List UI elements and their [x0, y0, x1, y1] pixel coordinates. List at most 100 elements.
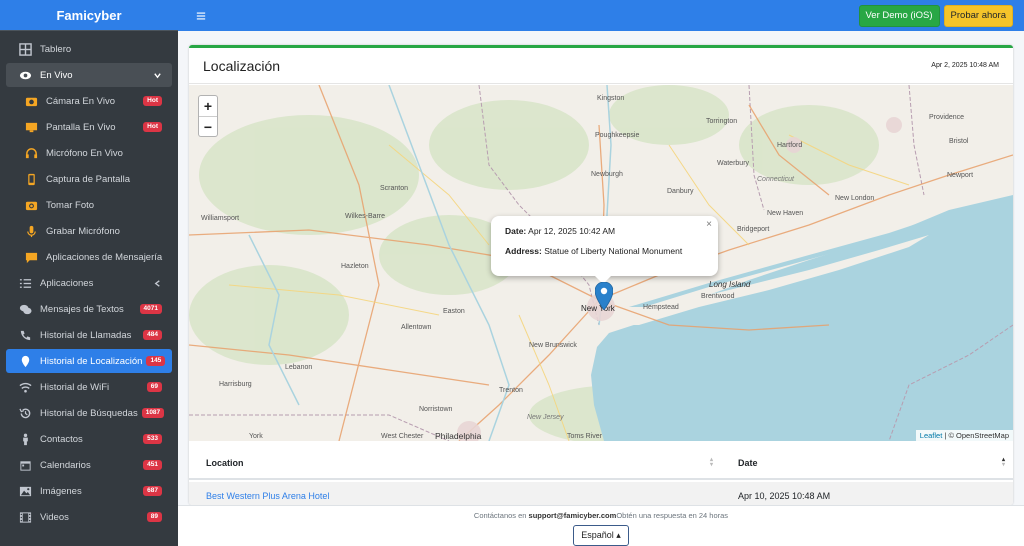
sidebar-item-label: Aplicaciones — [40, 277, 94, 289]
sidebar-item-historial-de-llamadas[interactable]: Historial de Llamadas 484 — [6, 323, 172, 347]
place-label: Torrington — [706, 118, 737, 125]
sidebar-item-historial-de-busquedas[interactable]: Historial de Búsquedas 1087 — [6, 401, 172, 425]
column-label: Location — [206, 458, 244, 468]
place-label: Williamsport — [201, 215, 239, 222]
sort-asc-icon: ▴ ▾ — [1001, 457, 1005, 468]
place-label: Newburgh — [591, 171, 623, 178]
sidebar-item-imagenes[interactable]: Imágenes 687 — [6, 479, 172, 503]
count-badge: 1087 — [141, 407, 165, 419]
map-marker-icon[interactable] — [595, 282, 613, 310]
count-badge: 89 — [146, 511, 162, 523]
place-label: Danbury — [667, 188, 694, 195]
brand-logo[interactable]: Famicyber — [0, 0, 178, 31]
place-label: Norristown — [419, 406, 453, 413]
location-popup: × Date: Apr 12, 2025 10:42 AM Address: S… — [491, 216, 718, 284]
sidebar-item-grabar-microfono[interactable]: Grabar Micrófono — [6, 219, 172, 243]
sidebar-item-camara-en-vivo[interactable]: Cámara En Vivo Hot — [6, 89, 172, 113]
place-label: Long Island — [709, 280, 751, 289]
camera-icon — [24, 94, 38, 108]
ios-demo-button[interactable]: Ver Demo (iOS) — [858, 4, 940, 27]
language-selector[interactable]: Español ▴ — [573, 525, 629, 546]
microphone-icon — [24, 224, 38, 238]
wifi-icon — [18, 380, 32, 394]
sidebar-item-label: Contactos — [40, 433, 83, 445]
popup-date-value: Apr 12, 2025 10:42 AM — [528, 226, 616, 236]
location-pin-icon — [18, 354, 32, 368]
place-label: Hartford — [777, 142, 802, 149]
sidebar-item-pantalla-en-vivo[interactable]: Pantalla En Vivo Hot — [6, 115, 172, 139]
dashboard-icon — [18, 42, 32, 56]
sidebar-item-videos[interactable]: Videos 89 — [6, 505, 172, 529]
table-row[interactable]: Best Western Plus Arena Hotel Apr 10, 20… — [189, 482, 1013, 505]
sidebar-item-label: Tablero — [40, 43, 72, 55]
sidebar-item-label: Historial de WiFi — [40, 381, 110, 393]
sidebar-item-aplicaciones[interactable]: Aplicaciones — [6, 271, 172, 295]
chevron-left-icon — [152, 278, 162, 288]
place-label: Bristol — [949, 138, 969, 145]
column-header-date[interactable]: Date ▴ ▾ — [721, 448, 1013, 478]
sidebar-item-historial-de-localizacion[interactable]: Historial de Localización 145 — [6, 349, 172, 373]
hot-badge: Hot — [143, 95, 162, 107]
zoom-control: + − — [198, 95, 218, 137]
list-icon — [18, 276, 32, 290]
sidebar-item-tablero[interactable]: Tablero — [6, 37, 172, 61]
card-header: Localización Apr 2, 2025 10:48 AM — [189, 48, 1013, 84]
sidebar-item-tomar-foto[interactable]: Tomar Foto — [6, 193, 172, 217]
sidebar-item-label: Imágenes — [40, 485, 82, 497]
phone-icon — [24, 172, 38, 186]
support-email-link[interactable]: support@famicyber.com — [529, 511, 617, 520]
hot-badge: Hot — [143, 121, 162, 133]
place-label: Hempstead — [643, 304, 679, 311]
place-label: New Haven — [767, 210, 803, 217]
count-badge: 451 — [143, 459, 162, 471]
sidebar-item-calendarios[interactable]: Calendarios 451 — [6, 453, 172, 477]
sort-icon: ▴ ▾ — [709, 457, 713, 468]
sidebar-item-en-vivo[interactable]: En Vivo — [6, 63, 172, 87]
place-label: West Chester — [381, 433, 424, 440]
hamburger-menu-icon[interactable] — [194, 9, 208, 23]
place-label: Kingston — [597, 95, 624, 102]
place-label: Lebanon — [285, 364, 312, 371]
count-badge: 145 — [146, 355, 166, 367]
sidebar-item-historial-de-wifi[interactable]: Historial de WiFi 69 — [6, 375, 172, 399]
place-label: Philadelphia — [435, 431, 482, 441]
map-view[interactable]: Kingston Poughkeepsie Torrington Hartfor… — [189, 85, 1013, 441]
sidebar: Famicyber Tablero En Vivo Cámara En Vivo… — [0, 0, 178, 546]
sidebar-item-label: Pantalla En Vivo — [46, 121, 116, 133]
zoom-out-button[interactable]: − — [199, 116, 217, 136]
sidebar-item-contactos[interactable]: Contactos 533 — [6, 427, 172, 451]
sidebar-item-mensajes-de-textos[interactable]: Mensajes de Textos 4071 — [6, 297, 172, 321]
sidebar-item-microfono-en-vivo[interactable]: Micrófono En Vivo — [6, 141, 172, 165]
film-icon — [18, 510, 32, 524]
location-card: Localización Apr 2, 2025 10:48 AM Kingst… — [189, 45, 1013, 505]
count-badge: 484 — [143, 329, 162, 341]
count-badge: 687 — [143, 485, 162, 497]
sidebar-nav: Tablero En Vivo Cámara En Vivo Hot Panta… — [0, 31, 178, 529]
sidebar-item-label: Grabar Micrófono — [46, 225, 120, 237]
footer-contact: Contáctanos en support@famicyber.comObté… — [178, 511, 1024, 520]
place-label: Allentown — [401, 324, 431, 331]
place-label: Wilkes-Barre — [345, 213, 385, 220]
sidebar-item-label: Tomar Foto — [46, 199, 95, 211]
sidebar-item-captura-de-pantalla[interactable]: Captura de Pantalla — [6, 167, 172, 191]
zoom-in-button[interactable]: + — [199, 96, 217, 116]
sidebar-item-aplicaciones-de-mensajeria[interactable]: Aplicaciones de Mensajería — [6, 245, 172, 269]
place-label: New Jersey — [527, 414, 564, 421]
try-now-button[interactable]: Probar ahora — [943, 4, 1013, 27]
column-header-location[interactable]: Location ▴ ▾ — [189, 448, 721, 478]
sidebar-item-label: Cámara En Vivo — [46, 95, 115, 107]
sidebar-item-label: Mensajes de Textos — [40, 303, 124, 315]
location-link[interactable]: Best Western Plus Arena Hotel — [189, 491, 721, 501]
place-label: Bridgeport — [737, 226, 769, 233]
top-navbar: Ver Demo (iOS) Probar ahora — [178, 0, 1024, 31]
close-icon[interactable]: × — [706, 219, 712, 230]
monitor-icon — [24, 120, 38, 134]
count-badge: 533 — [143, 433, 162, 445]
top-actions: Ver Demo (iOS) Probar ahora — [858, 4, 1013, 27]
photo-camera-icon — [24, 198, 38, 212]
page-title: Localización — [203, 57, 281, 74]
sidebar-item-label: En Vivo — [40, 69, 73, 81]
leaflet-link[interactable]: Leaflet — [920, 431, 943, 440]
count-badge: 4071 — [139, 303, 162, 315]
place-label: Toms River — [567, 433, 603, 440]
